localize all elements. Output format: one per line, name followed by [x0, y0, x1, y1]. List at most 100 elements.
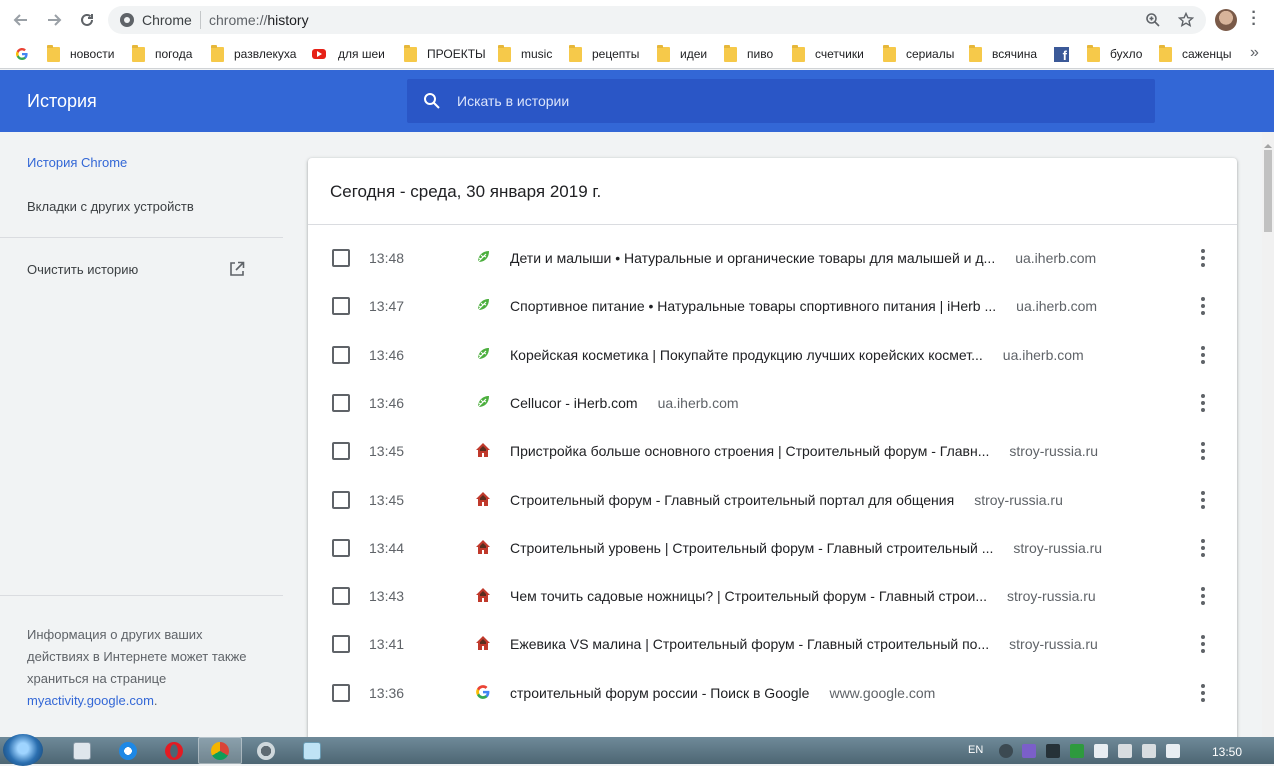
scrollbar[interactable]	[1262, 132, 1274, 737]
zoom-icon[interactable]	[1144, 11, 1162, 29]
history-entry[interactable]: Корейская косметика | Покупайте продукци…	[510, 347, 1084, 363]
bookmark-folder[interactable]: идеи	[657, 44, 707, 63]
bookmark-folder[interactable]: рецепты	[569, 44, 639, 63]
more-vert-icon[interactable]	[1195, 295, 1211, 317]
history-row[interactable]: 13:41 Ежевика VS малина | Строительный фо…	[308, 620, 1237, 668]
row-checkbox[interactable]	[332, 297, 350, 316]
network-icon[interactable]	[1142, 744, 1156, 758]
forward-icon[interactable]	[42, 8, 66, 32]
taskbar-chrome[interactable]	[198, 737, 242, 764]
tray-icon[interactable]	[1046, 744, 1060, 758]
bookmark-google[interactable]	[15, 45, 29, 63]
taskbar-notepad[interactable]	[290, 737, 334, 764]
more-vert-icon[interactable]	[1195, 247, 1211, 269]
profile-avatar[interactable]	[1215, 9, 1237, 31]
entry-title[interactable]: строительный форум россии - Поиск в Goog…	[510, 685, 809, 701]
history-row[interactable]: 13:45 Строительный форум - Главный строит…	[308, 476, 1237, 524]
volume-icon[interactable]	[1166, 744, 1180, 758]
bookmark-folder[interactable]: бухло	[1087, 44, 1142, 63]
scroll-up-icon[interactable]	[1262, 138, 1274, 148]
entry-title[interactable]: Спортивное питание • Натуральные товары …	[510, 298, 996, 314]
bookmark-folder[interactable]: новости	[47, 44, 114, 63]
taskbar-calculator[interactable]	[60, 737, 104, 764]
scroll-thumb[interactable]	[1264, 150, 1272, 232]
entry-title[interactable]: Строительный уровень | Строительный фору…	[510, 540, 993, 556]
entry-title[interactable]: Строительный форум - Главный строительны…	[510, 492, 954, 508]
chevron-right-icon[interactable]: »	[1250, 44, 1259, 62]
tray-icon[interactable]	[1118, 744, 1132, 758]
address-url[interactable]: chrome://history	[209, 12, 309, 28]
address-bar[interactable]: Chrome chrome://history	[108, 6, 1206, 34]
row-checkbox[interactable]	[332, 490, 350, 509]
history-entry[interactable]: строительный форум россии - Поиск в Goog…	[510, 685, 935, 701]
bookmark-folder[interactable]: сериалы	[883, 44, 954, 63]
back-icon[interactable]	[9, 8, 33, 32]
more-vert-icon[interactable]	[1195, 682, 1211, 704]
row-checkbox[interactable]	[332, 345, 350, 364]
more-vert-icon[interactable]	[1195, 392, 1211, 414]
tray-icon[interactable]	[1070, 744, 1084, 758]
bookmark-folder[interactable]: ПРОЕКТЫ	[404, 44, 486, 63]
bookmark-folder[interactable]: саженцы	[1159, 44, 1232, 63]
tray-icon[interactable]	[999, 744, 1013, 758]
history-entry[interactable]: Ежевика VS малина | Строительный форум -…	[510, 636, 1098, 652]
language-indicator[interactable]: EN	[968, 744, 983, 756]
entry-title[interactable]: Cellucor - iHerb.com	[510, 395, 638, 411]
history-row[interactable]: 13:48 Дети и малыши • Натуральные и орган…	[308, 234, 1237, 282]
bookmark-folder[interactable]: счетчики	[792, 44, 864, 63]
row-checkbox[interactable]	[332, 635, 350, 654]
history-search[interactable]	[407, 79, 1155, 123]
menu-icon[interactable]: · · ·	[1250, 5, 1258, 33]
more-vert-icon[interactable]	[1195, 633, 1211, 655]
entry-title[interactable]: Корейская косметика | Покупайте продукци…	[510, 347, 983, 363]
entry-title[interactable]: Чем точить садовые ножницы? | Строительн…	[510, 588, 987, 604]
history-row[interactable]: 13:46 Cellucor - iHerb.com ua.iherb.com	[308, 379, 1237, 427]
start-button[interactable]	[3, 734, 43, 766]
more-vert-icon[interactable]	[1195, 537, 1211, 559]
history-entry[interactable]: Пристройка больше основного строения | С…	[510, 443, 1098, 459]
history-row[interactable]: 13:44 Строительный уровень | Строительный…	[308, 524, 1237, 572]
history-row[interactable]: 13:47 Спортивное питание • Натуральные то…	[308, 282, 1237, 330]
bookmark-folder[interactable]: всячина	[969, 44, 1037, 63]
tray-icon[interactable]	[1022, 744, 1036, 758]
history-entry[interactable]: Спортивное питание • Натуральные товары …	[510, 298, 1097, 314]
open-in-new-icon[interactable]	[229, 261, 245, 277]
bookmark-star-icon[interactable]	[1177, 11, 1195, 29]
bookmark-youtube[interactable]: для шеи	[312, 45, 385, 63]
history-row[interactable]: 13:36 строительный форум россии - Поиск в…	[308, 669, 1237, 717]
history-entry[interactable]: Дети и малыши • Натуральные и органическ…	[510, 250, 1096, 266]
bookmark-folder[interactable]: развлекуха	[211, 44, 296, 63]
bookmark-folder[interactable]: погода	[132, 44, 192, 63]
myactivity-link[interactable]: myactivity.google.com	[27, 693, 154, 708]
history-entry[interactable]: Cellucor - iHerb.com ua.iherb.com	[510, 395, 739, 411]
clock[interactable]: 13:50	[1212, 745, 1242, 759]
sidebar-item-other-devices[interactable]: Вкладки с других устройств	[27, 199, 194, 214]
entry-title[interactable]: Ежевика VS малина | Строительный форум -…	[510, 636, 989, 652]
history-row[interactable]: 13:46 Корейская косметика | Покупайте про…	[308, 331, 1237, 379]
history-entry[interactable]: Чем точить садовые ножницы? | Строительн…	[510, 588, 1096, 604]
bookmark-facebook[interactable]: f	[1054, 45, 1069, 63]
row-checkbox[interactable]	[332, 442, 350, 461]
row-checkbox[interactable]	[332, 393, 350, 412]
taskbar-opera[interactable]	[152, 737, 196, 764]
more-vert-icon[interactable]	[1195, 440, 1211, 462]
more-vert-icon[interactable]	[1195, 489, 1211, 511]
history-row[interactable]: 13:45 Пристройка больше основного строени…	[308, 427, 1237, 475]
taskbar-ie[interactable]	[106, 737, 150, 764]
history-entry[interactable]: Строительный форум - Главный строительны…	[510, 492, 1063, 508]
search-input[interactable]	[457, 79, 1137, 123]
history-row[interactable]: 13:43 Чем точить садовые ножницы? | Строи…	[308, 572, 1237, 620]
reload-icon[interactable]	[75, 8, 99, 32]
row-checkbox[interactable]	[332, 538, 350, 557]
entry-title[interactable]: Дети и малыши • Натуральные и органическ…	[510, 250, 995, 266]
flag-icon[interactable]	[1094, 744, 1108, 758]
entry-title[interactable]: Пристройка больше основного строения | С…	[510, 443, 989, 459]
sidebar-item-clear-history[interactable]: Очистить историю	[27, 262, 138, 277]
taskbar-app[interactable]	[244, 737, 288, 764]
more-vert-icon[interactable]	[1195, 344, 1211, 366]
row-checkbox[interactable]	[332, 587, 350, 606]
more-vert-icon[interactable]	[1195, 585, 1211, 607]
bookmark-folder[interactable]: пиво	[724, 44, 773, 63]
sidebar-item-chrome-history[interactable]: История Chrome	[27, 155, 127, 170]
row-checkbox[interactable]	[332, 683, 350, 702]
